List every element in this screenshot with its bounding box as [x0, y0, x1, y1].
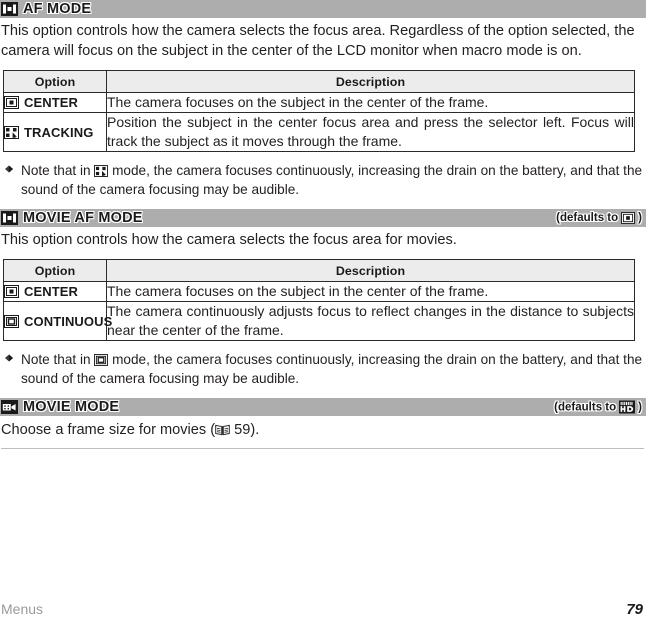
- default-prefix-text: (defaults to: [556, 212, 619, 224]
- tracking-focus-icon: [4, 125, 19, 139]
- description-cell: The camera focuses on the subject in the…: [106, 92, 635, 113]
- af-area-icon: [1, 2, 18, 16]
- af-mode-intro: This option controls how the camera sele…: [1, 23, 635, 59]
- description-cell: The camera focuses on the subject in the…: [106, 281, 635, 302]
- note-text: Note that in mode, the camera focuses co…: [21, 161, 644, 199]
- table-header-row: Option Description: [3, 70, 635, 93]
- af-area-icon: [1, 211, 18, 225]
- movie-mode-body: Choose a frame size for movies ( 59).: [0, 420, 646, 449]
- default-suffix-text: ): [638, 212, 642, 224]
- option-label: CENTER: [24, 284, 79, 299]
- table-row: CENTER The camera focuses on the subject…: [3, 281, 635, 302]
- movie-af-mode-intro: This option controls how the camera sele…: [1, 232, 457, 248]
- section-default-note: (defaults to ): [556, 212, 642, 224]
- section-header-left: MOVIE MODE: [0, 399, 119, 415]
- movie-af-mode-table: Option Description CENTER The camera foc…: [3, 259, 635, 341]
- af-mode-note: Note that in mode, the camera focuses co…: [4, 161, 644, 199]
- section-header-left: MOVIE AF MODE: [0, 210, 143, 226]
- movie-af-mode-note: Note that in mode, the camera focuses co…: [4, 350, 644, 388]
- tracking-focus-icon: [94, 165, 109, 177]
- description-cell: The camera continuously adjusts focus to…: [106, 301, 635, 341]
- option-cell-center: CENTER: [3, 281, 107, 302]
- continuous-focus-icon: [94, 354, 109, 366]
- option-label: CONTINUOUS: [24, 313, 113, 329]
- section-title: MOVIE AF MODE: [23, 210, 143, 226]
- column-header-description: Description: [106, 70, 635, 93]
- af-mode-table: Option Description CENTER The camera foc…: [3, 70, 635, 152]
- movie-af-mode-body: This option controls how the camera sele…: [0, 230, 646, 388]
- movie-camera-icon: [1, 400, 18, 414]
- book-reference-icon: [215, 424, 230, 436]
- footer-page-number: 79: [626, 601, 643, 618]
- section-title: AF MODE: [23, 1, 92, 17]
- continuous-focus-icon: [4, 314, 19, 328]
- section-header-movie-af-mode: MOVIE AF MODE (defaults to ): [0, 209, 646, 227]
- section-header-af-mode: AF MODE: [0, 0, 646, 18]
- center-focus-icon: [621, 212, 636, 224]
- column-header-option: Option: [3, 259, 107, 282]
- table-row: CENTER The camera focuses on the subject…: [3, 92, 635, 113]
- movie-mode-text-before: Choose a frame size for movies (: [1, 422, 216, 438]
- af-mode-body: This option controls how the camera sele…: [0, 21, 646, 199]
- note-text: Note that in mode, the camera focuses co…: [21, 350, 644, 388]
- column-header-option: Option: [3, 70, 107, 93]
- diamond-bullet-icon: [4, 350, 14, 388]
- default-suffix-text: ): [638, 401, 642, 413]
- table-row: TRACKING Position the subject in the cen…: [3, 112, 635, 152]
- center-focus-icon: [4, 285, 19, 298]
- movie-mode-text-after: ).: [250, 422, 260, 438]
- option-cell-continuous: CONTINUOUS: [3, 301, 112, 341]
- default-prefix-text: (defaults to: [554, 401, 617, 413]
- center-focus-icon: [4, 96, 19, 109]
- manual-page: AF MODE This option controls how the cam…: [0, 0, 646, 626]
- table-header-row: Option Description: [3, 259, 635, 282]
- option-cell-tracking: TRACKING: [3, 112, 107, 152]
- option-label: CENTER: [24, 95, 79, 110]
- note-text-before: Note that in: [21, 352, 95, 367]
- movie-mode-text: Choose a frame size for movies ( 59).: [1, 420, 644, 440]
- page-footer: Menus 79: [0, 601, 646, 618]
- section-title: MOVIE MODE: [23, 399, 120, 415]
- column-header-description: Description: [106, 259, 635, 282]
- note-text-before: Note that in: [21, 163, 95, 178]
- section-header-movie-mode: MOVIE MODE (defaults to): [0, 398, 646, 416]
- note-text-after: mode, the camera focuses continuously, i…: [21, 352, 643, 386]
- diamond-bullet-icon: [4, 161, 14, 199]
- section-divider: [1, 448, 644, 449]
- description-cell: Position the subject in the center focus…: [106, 112, 635, 152]
- table-row: CONTINUOUS The camera continuously adjus…: [3, 301, 635, 341]
- movie-mode-page-ref: 59: [230, 422, 251, 438]
- option-cell-center: CENTER: [3, 92, 107, 113]
- section-header-left: AF MODE: [0, 1, 91, 17]
- section-default-note: (defaults to ): [554, 400, 642, 414]
- note-text-after: mode, the camera focuses continuously, i…: [21, 163, 643, 197]
- footer-chapter-label: Menus: [1, 601, 44, 617]
- full-hd-icon: [619, 400, 636, 414]
- option-label: TRACKING: [24, 124, 94, 140]
